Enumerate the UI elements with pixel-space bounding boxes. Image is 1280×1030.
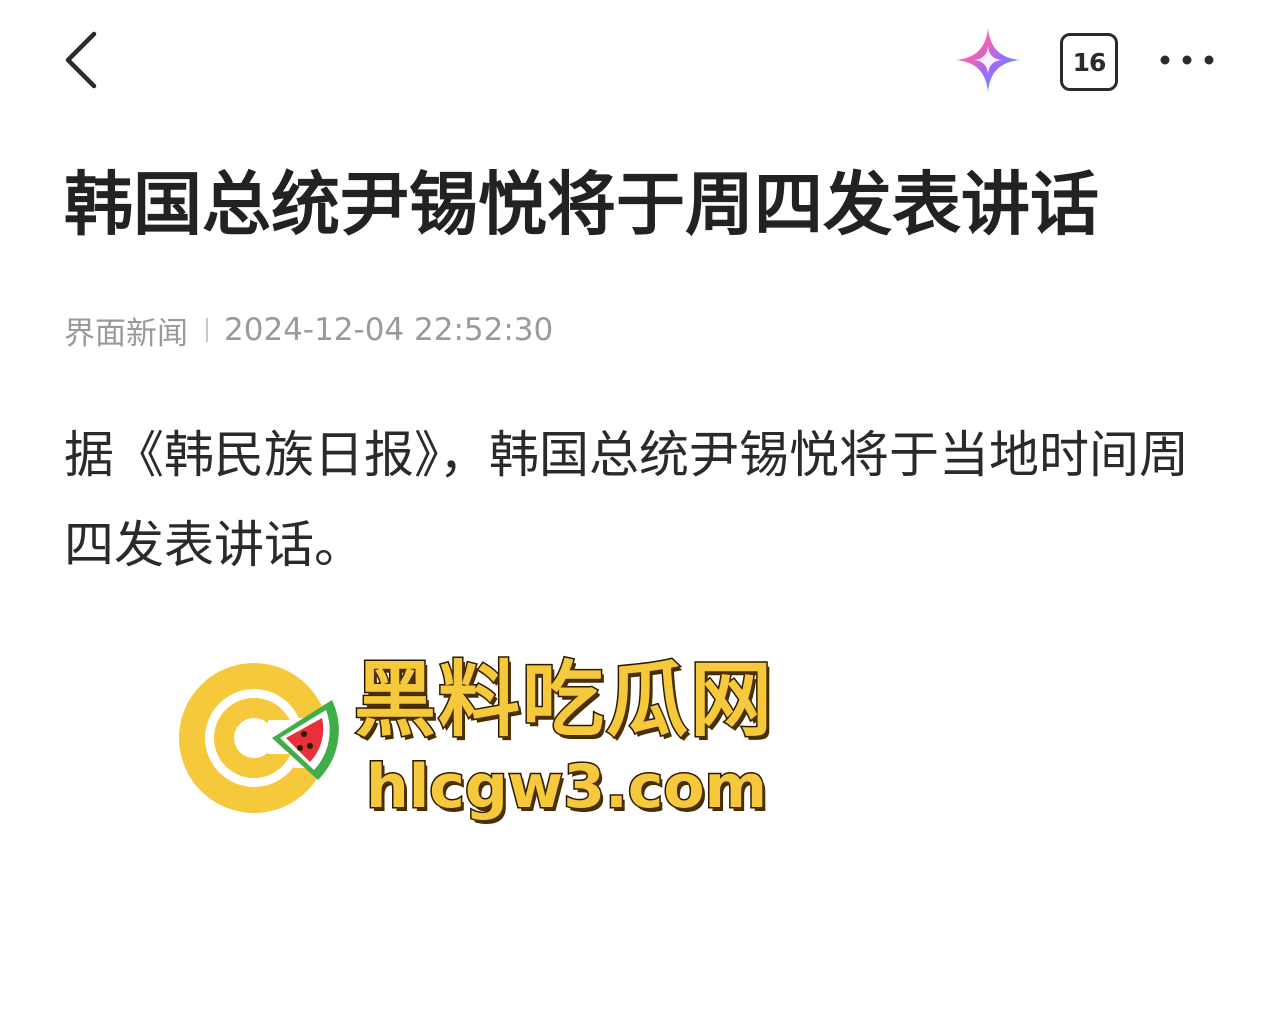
watermark-site-url: hlcgw3.com [364, 751, 768, 824]
article-body: 据《韩民族日报》，韩国总统尹锡悦将于当地时间周四发表讲话。 [64, 426, 1189, 574]
top-navigation-bar: 16 [0, 0, 1280, 120]
article-source[interactable]: 界面新闻 [64, 308, 188, 353]
watermark-site-name: 黑料吃瓜网 [352, 653, 775, 748]
article-meta: 界面新闻 2024-12-04 22:52:30 [64, 308, 553, 352]
tab-count-button[interactable]: 16 [1058, 31, 1118, 91]
more-horizontal-icon [1160, 55, 1214, 65]
ai-assistant-button[interactable] [952, 24, 1024, 96]
tab-count-label: 16 [1072, 47, 1107, 77]
meta-divider [206, 318, 208, 342]
article-title: 韩国总统尹锡悦将于周四发表讲话 [64, 165, 1099, 245]
back-button[interactable] [52, 22, 116, 98]
tab-count-badge: 16 [1060, 33, 1118, 91]
more-options-button[interactable] [1152, 40, 1222, 80]
chevron-left-icon [65, 31, 97, 89]
sparkle-star-icon [956, 28, 1020, 92]
watermark: 黑料吃瓜网 hlcgw3.com [176, 650, 796, 830]
article-timestamp: 2024-12-04 22:52:30 [224, 312, 554, 348]
watermelon-logo [179, 663, 340, 813]
